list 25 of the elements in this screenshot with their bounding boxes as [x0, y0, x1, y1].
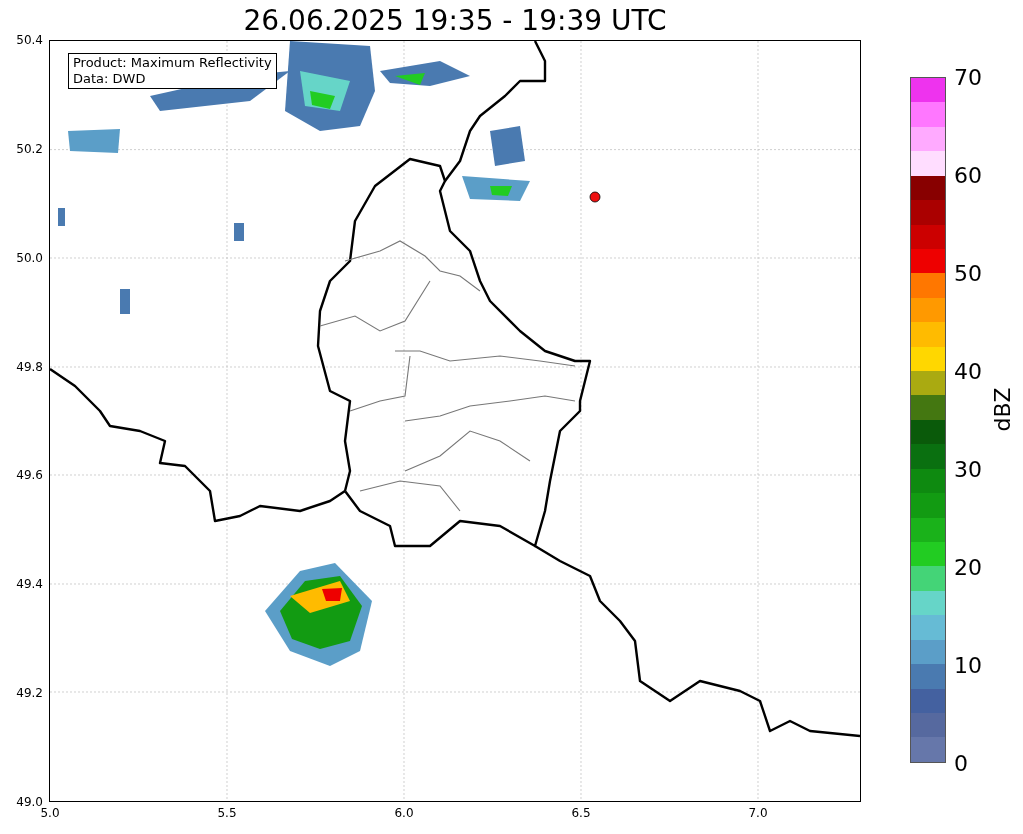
colorbar-label: dBZ	[989, 387, 1015, 432]
colorbar-tick-label: 0	[954, 750, 968, 776]
axis-tick-label: 49.8	[16, 359, 43, 374]
axis-tick-label: 6.0	[394, 806, 414, 820]
colorbar-tick-label: 40	[954, 358, 982, 384]
annotation-text: Data: DWD	[73, 71, 147, 87]
axis-tick-label: 5.0	[40, 806, 60, 820]
colorbar-tick-label: 10	[954, 652, 982, 678]
axis-tick-label: 49.0	[16, 795, 43, 809]
axis-tick-label: 50.2	[16, 141, 43, 156]
annotation-text: Product: Maximum Reflectivity	[73, 55, 272, 71]
colorbar-tick-label: 50	[954, 260, 982, 286]
colorbar-tick-label: 20	[954, 554, 982, 580]
axis-tick-label: 50.4	[16, 33, 43, 47]
axis-tick-label: 50.0	[16, 250, 43, 265]
axis-tick-label: 5.5	[217, 806, 237, 820]
colorbar-tick-label: 70	[954, 64, 982, 90]
axis-tick-label: 6.5	[571, 806, 591, 820]
colorbar-tick-label: 60	[954, 162, 982, 188]
axis-tick-label: 49.4	[16, 577, 43, 592]
axis-tick-label: 49.2	[16, 686, 43, 701]
chart-title: 26.06.2025 19:35 - 19:39 UTC	[242, 3, 668, 39]
colorbar-tick-label: 30	[954, 456, 982, 482]
axis-tick-label: 49.6	[16, 468, 43, 483]
axis-tick-label: 7.0	[748, 806, 768, 820]
